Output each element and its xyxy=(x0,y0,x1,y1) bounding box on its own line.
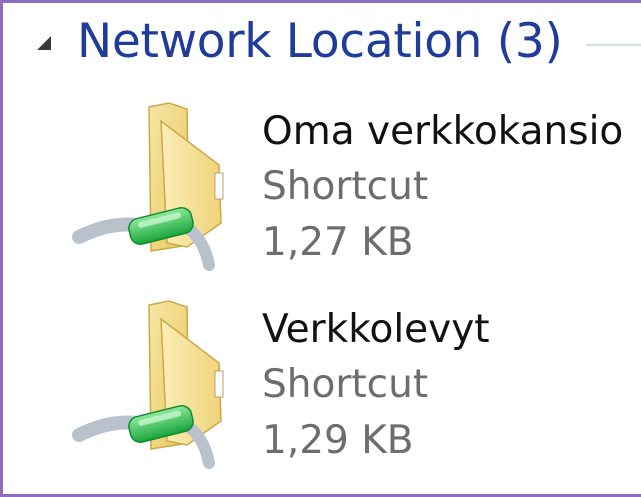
list-item[interactable]: Verkkolevyt Shortcut 1,29 KB xyxy=(69,293,629,473)
collapse-triangle-icon[interactable] xyxy=(33,32,55,54)
network-folder-icon xyxy=(69,293,239,473)
item-type: Shortcut xyxy=(262,362,429,407)
item-type: Shortcut xyxy=(262,164,429,209)
list-item[interactable]: Oma verkkokansio Shortcut 1,27 KB xyxy=(69,95,629,275)
group-header-network-location[interactable]: Network Location (3) xyxy=(33,9,641,73)
explorer-content-pane: Network Location (3) Oma verkkokansio Sh… xyxy=(0,0,641,497)
item-size: 1,27 KB xyxy=(262,220,414,265)
group-divider xyxy=(586,44,641,46)
item-name: Verkkolevyt xyxy=(262,307,490,352)
item-size: 1,29 KB xyxy=(262,418,414,463)
group-title: Network Location (3) xyxy=(77,13,563,69)
item-name: Oma verkkokansio xyxy=(262,109,624,154)
network-folder-icon xyxy=(69,95,239,275)
